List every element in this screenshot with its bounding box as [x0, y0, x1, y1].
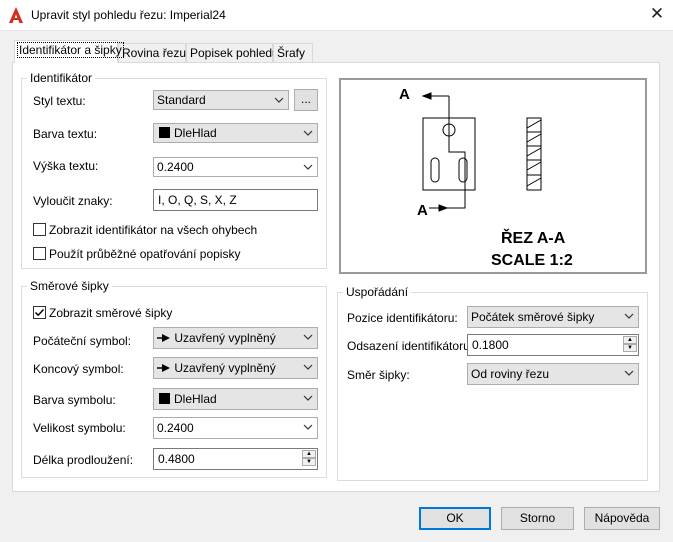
extension-length-label: Délka prodloužení:: [33, 453, 134, 467]
arrow-direction-dropdown[interactable]: Od roviny řezu: [467, 363, 639, 385]
tab-view-label[interactable]: Popisek pohledu: [186, 43, 279, 63]
preview-letter-bottom: A: [417, 202, 428, 219]
symbol-color-dropdown[interactable]: DleHlad: [153, 388, 318, 410]
start-symbol-value: Uzavřený vyplněný: [174, 331, 276, 345]
spin-up-icon[interactable]: ▲: [302, 450, 316, 458]
symbol-color-value: DleHlad: [174, 392, 217, 406]
autocad-app-icon: [9, 7, 23, 23]
identifier-position-dropdown[interactable]: Počátek směrové šipky: [467, 306, 639, 328]
chevron-down-icon: [624, 370, 634, 376]
color-swatch: [159, 393, 170, 404]
ok-button[interactable]: OK: [419, 507, 491, 530]
window-title: Upravit styl pohledu řezu: Imperial24: [31, 8, 226, 22]
chevron-down-icon: [303, 130, 313, 136]
tab-label: Šrafy: [277, 46, 306, 60]
text-style-dropdown[interactable]: Standard: [153, 90, 289, 110]
chevron-down-icon: [303, 334, 313, 340]
start-symbol-dropdown[interactable]: Uzavřený vyplněný: [153, 327, 318, 349]
chevron-down-icon: [303, 395, 313, 401]
chevron-down-icon: [624, 313, 634, 319]
spin-down-icon[interactable]: ▼: [302, 458, 316, 466]
cancel-button[interactable]: Storno: [501, 507, 574, 530]
continuous-labeling-checkbox[interactable]: [33, 247, 46, 260]
text-style-label: Styl textu:: [33, 94, 86, 108]
direction-arrows-legend: Směrové šipky: [30, 279, 109, 293]
symbol-size-value: 0.2400: [157, 421, 194, 435]
section-view-preview: [421, 92, 542, 212]
text-height-label: Výška textu:: [33, 159, 99, 173]
spin-up-icon[interactable]: ▲: [623, 336, 637, 344]
show-arrows-label: Zobrazit směrové šipky: [49, 306, 173, 320]
close-icon[interactable]: ✕: [648, 4, 666, 24]
identifier-offset-value: 0.1800: [472, 338, 509, 352]
text-color-value: DleHlad: [174, 126, 217, 140]
end-symbol-value: Uzavřený vyplněný: [174, 361, 276, 375]
chevron-down-icon: [303, 164, 313, 170]
show-all-bends-checkbox[interactable]: [33, 223, 46, 236]
symbol-size-combo[interactable]: 0.2400: [153, 417, 318, 439]
color-swatch: [159, 127, 170, 138]
identifier-legend: Identifikátor: [30, 71, 93, 85]
tab-section-plane[interactable]: Rovina řezu: [118, 43, 186, 63]
exclude-chars-input[interactable]: I, O, Q, S, X, Z: [153, 189, 318, 211]
end-symbol-label: Koncový symbol:: [33, 362, 124, 376]
preview-letter-top: A: [399, 86, 410, 103]
preview-pane: A A ŘEZ A-A SCALE 1:2: [339, 78, 647, 274]
text-style-browse-button[interactable]: ...: [294, 89, 318, 111]
identifier-position-value: Počátek směrové šipky: [471, 310, 595, 324]
tab-label: Popisek pohledu: [190, 46, 279, 60]
chevron-down-icon: [303, 424, 313, 430]
text-height-value: 0.2400: [157, 160, 194, 174]
spin-down-icon[interactable]: ▼: [623, 344, 637, 352]
arrow-direction-value: Od roviny řezu: [471, 367, 550, 381]
tab-label: Identifikátor a šipky: [17, 42, 124, 58]
preview-section-title: ŘEZ A-A: [501, 230, 566, 247]
identifier-offset-label: Odsazení identifikátoru:: [347, 339, 474, 353]
preview-scale-text: SCALE 1:2: [491, 252, 573, 269]
identifier-offset-spinner[interactable]: ▲ ▼: [623, 336, 637, 352]
extension-length-value: 0.4800: [158, 452, 195, 466]
end-symbol-dropdown[interactable]: Uzavřený vyplněný: [153, 357, 318, 379]
identifier-offset-input[interactable]: 0.1800 ▲ ▼: [467, 334, 639, 356]
arrow-direction-label: Směr šipky:: [347, 368, 410, 382]
show-all-bends-label: Zobrazit identifikátor na všech ohybech: [49, 223, 258, 237]
help-button[interactable]: Nápověda: [584, 507, 660, 530]
text-color-label: Barva textu:: [33, 127, 98, 141]
extension-length-spinner[interactable]: ▲ ▼: [302, 450, 316, 466]
filled-arrow-icon: [157, 334, 170, 342]
show-arrows-checkbox[interactable]: [33, 306, 46, 319]
layout-legend: Uspořádání: [346, 285, 409, 299]
text-height-combo[interactable]: 0.2400: [153, 157, 318, 177]
continuous-labeling-label: Použít průběžné opatřování popisky: [49, 247, 241, 261]
text-style-value: Standard: [157, 93, 206, 107]
extension-length-input[interactable]: 0.4800 ▲ ▼: [153, 448, 318, 470]
tab-hatch[interactable]: Šrafy: [273, 43, 313, 63]
check-icon: [34, 308, 45, 317]
symbol-size-label: Velikost symbolu:: [33, 421, 126, 435]
start-symbol-label: Počáteční symbol:: [33, 334, 132, 348]
chevron-down-icon: [303, 364, 313, 370]
symbol-color-label: Barva symbolu:: [33, 393, 116, 407]
tab-label: Rovina řezu: [122, 46, 187, 60]
tab-identifier-arrows[interactable]: Identifikátor a šipky: [14, 40, 124, 63]
filled-arrow-icon: [157, 364, 170, 372]
text-color-dropdown[interactable]: DleHlad: [153, 123, 318, 143]
identifier-position-label: Pozice identifikátoru:: [347, 311, 458, 325]
chevron-down-icon: [274, 97, 284, 103]
exclude-chars-label: Vyloučit znaky:: [33, 194, 113, 208]
